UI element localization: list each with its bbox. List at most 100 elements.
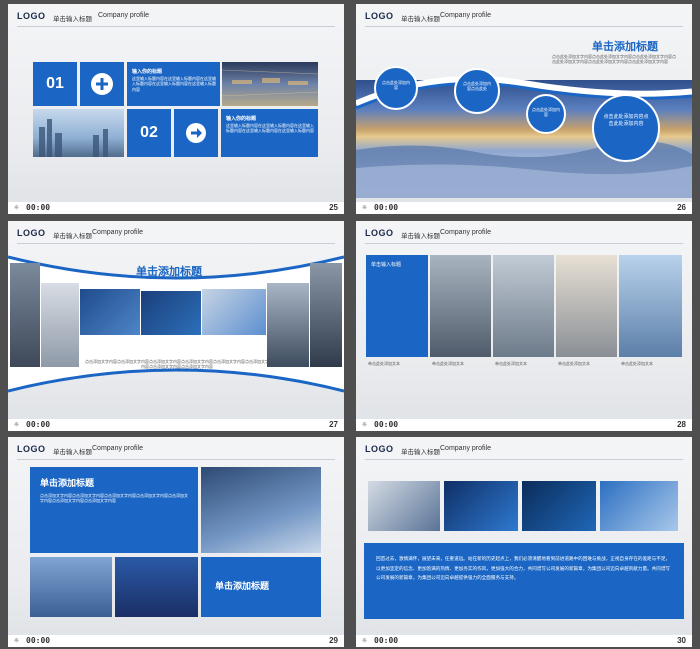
card-title-1: 单击添加标题 <box>40 479 95 489</box>
clock-icon: ☼ <box>14 203 19 212</box>
header-title-en: Company profile <box>440 229 491 236</box>
caption-5: 单击此处添加文本 <box>621 361 653 366</box>
photo-night-city <box>115 557 198 617</box>
footer-bar: ☼ 00:00 25 <box>8 202 344 214</box>
clock-icon: ☼ <box>14 636 19 645</box>
header-divider <box>365 26 683 27</box>
bubble-text-1: 点击此处添加内容 <box>382 80 410 91</box>
photo-tech-3 <box>522 481 596 531</box>
slide-27[interactable]: LOGO 单击输入标题 Company profile 单击添加标题 点击添加文… <box>8 221 344 431</box>
logo: LOGO <box>17 444 46 454</box>
caption-1: 单击此处添加文本 <box>368 361 400 366</box>
item-text-1: 这里输入标题内容在这里输入标题内容在这里输入标题内容在这里输入标题内容在这里输入… <box>132 76 216 92</box>
clock-icon: ☼ <box>362 420 367 429</box>
plus-box <box>80 62 124 106</box>
logo: LOGO <box>365 444 394 454</box>
header-title-en: Company profile <box>440 445 491 452</box>
header-title-cn: 单击输入标题 <box>53 232 92 240</box>
photo-building-2 <box>493 255 554 357</box>
plus-circle-icon <box>91 73 113 95</box>
item-title-1: 输入你的标题 <box>132 69 163 75</box>
photo-glass-tower <box>201 467 321 553</box>
header-title-cn: 单击输入标题 <box>401 15 440 23</box>
slide-number: 28 <box>677 420 686 429</box>
clock-icon: ☼ <box>14 420 19 429</box>
slide-header: LOGO 单击输入标题 Company profile <box>8 437 344 461</box>
footer-time: 00:00 <box>26 203 51 212</box>
label-box: 单击输入标题 <box>366 255 428 357</box>
bubble-text-4: 点击此处添加内容点击此处添加内容 <box>603 114 649 127</box>
header-title-en: Company profile <box>92 445 143 452</box>
slide-body: 点击添加文字内容点击添加文字内容点击添加文字内容点击添加文字内容点击添加文字内容… <box>85 359 269 369</box>
slide-header: LOGO 单击输入标题 Company profile <box>356 221 692 245</box>
slide-header: LOGO 单击输入标题 Company profile <box>356 437 692 461</box>
item-card-1: 输入你的标题 这里输入标题内容在这里输入标题内容在这里输入标题内容在这里输入标题… <box>127 62 220 106</box>
logo: LOGO <box>365 11 394 21</box>
bubble-4: 点击此处添加内容点击此处添加内容 <box>592 94 660 162</box>
slide-26[interactable]: LOGO 单击输入标题 Company profile 单击添加标题 点击此处添… <box>356 4 692 214</box>
title-card-1: 单击添加标题 点击添加文字内容点击添加文字内容点击添加文字内容点击添加文字内容点… <box>30 467 198 553</box>
logo: LOGO <box>365 228 394 238</box>
slide-number: 25 <box>329 203 338 212</box>
clock-icon: ☼ <box>362 636 367 645</box>
footer-time: 00:00 <box>26 420 51 429</box>
header-title-en: Company profile <box>98 12 149 19</box>
header-divider <box>365 459 683 460</box>
photo-building-3 <box>556 255 617 357</box>
footer-time: 00:00 <box>374 636 399 645</box>
header-title-cn: 单击输入标题 <box>401 448 440 456</box>
header-title-cn: 单击输入标题 <box>53 448 92 456</box>
label-text: 单击输入标题 <box>371 262 402 268</box>
slide-30[interactable]: LOGO 单击输入标题 Company profile 回首过去，激情满怀，展望… <box>356 437 692 647</box>
card-title-2: 单击添加标题 <box>215 582 270 592</box>
bubble-1: 点击此处添加内容 <box>374 66 418 110</box>
slide-number: 27 <box>329 420 338 429</box>
slide-title: 单击添加标题 <box>592 40 658 53</box>
footer-bar: ☼ 00:00 27 <box>8 419 344 431</box>
photo-strip-6 <box>267 283 309 367</box>
footer-time: 00:00 <box>26 636 51 645</box>
slide-header: LOGO 单击输入标题 Company profile <box>8 221 344 245</box>
bubble-3: 点击此处添加内容 <box>526 94 566 134</box>
photo-strip-7 <box>310 263 342 367</box>
photo-building-1 <box>430 255 491 357</box>
slide-number: 29 <box>329 636 338 645</box>
footer-time: 00:00 <box>374 420 399 429</box>
slide-title: 单击添加标题 <box>136 265 202 278</box>
number-box-01: 01 <box>33 62 77 106</box>
header-title-en: Company profile <box>440 12 491 19</box>
header-title-en: Company profile <box>92 229 143 236</box>
photo-strip-3 <box>80 289 140 335</box>
footer-time: 00:00 <box>374 203 399 212</box>
header-divider <box>17 459 335 460</box>
header-title-cn: 单击输入标题 <box>401 232 440 240</box>
clock-icon: ☼ <box>362 203 367 212</box>
caption-2: 单击此处添加文本 <box>432 361 464 366</box>
photo-skyscrapers-up <box>222 62 318 106</box>
header-divider <box>17 243 335 244</box>
photo-glass-bridge <box>30 557 112 617</box>
slide-28[interactable]: LOGO 单击输入标题 Company profile 单击输入标题 单击此处添… <box>356 221 692 431</box>
logo: LOGO <box>17 11 46 21</box>
slide-number: 26 <box>677 203 686 212</box>
title-card-2: 单击添加标题 <box>201 557 321 617</box>
number-box-02: 02 <box>127 109 171 157</box>
photo-city <box>33 109 124 157</box>
item-title-2: 输入你的标题 <box>226 116 257 122</box>
item-card-2: 输入你的标题 这里输入标题内容在这里输入标题内容在这里输入标题内容在这里输入标题… <box>221 109 318 157</box>
logo: LOGO <box>17 228 46 238</box>
slide-29[interactable]: LOGO 单击输入标题 Company profile 单击添加标题 点击添加文… <box>8 437 344 647</box>
panel-body: 回首过去，激情满怀，展望未来，任重道远。站在新的历史起点上，我们必须清醒地看到前… <box>376 557 671 581</box>
header-divider <box>365 243 683 244</box>
photo-strip-1 <box>10 263 40 367</box>
bubble-text-2: 点击此处添加内容点击此处 <box>463 81 491 92</box>
caption-3: 单击此处添加文本 <box>495 361 527 366</box>
photo-strip-5 <box>202 289 266 335</box>
footer-bar: ☼ 00:00 26 <box>356 202 692 214</box>
footer-bar: ☼ 00:00 30 <box>356 635 692 647</box>
item-text-2: 这里输入标题内容在这里输入标题内容在这里输入标题内容在这里输入标题内容在这里输入… <box>226 123 314 134</box>
caption-4: 单击此处添加文本 <box>558 361 590 366</box>
slide-25[interactable]: LOGO 单击输入标题 Company profile 01 输入你的标题 这里… <box>8 4 344 214</box>
photo-strip-4 <box>141 291 201 335</box>
photo-tech-4 <box>600 481 678 531</box>
